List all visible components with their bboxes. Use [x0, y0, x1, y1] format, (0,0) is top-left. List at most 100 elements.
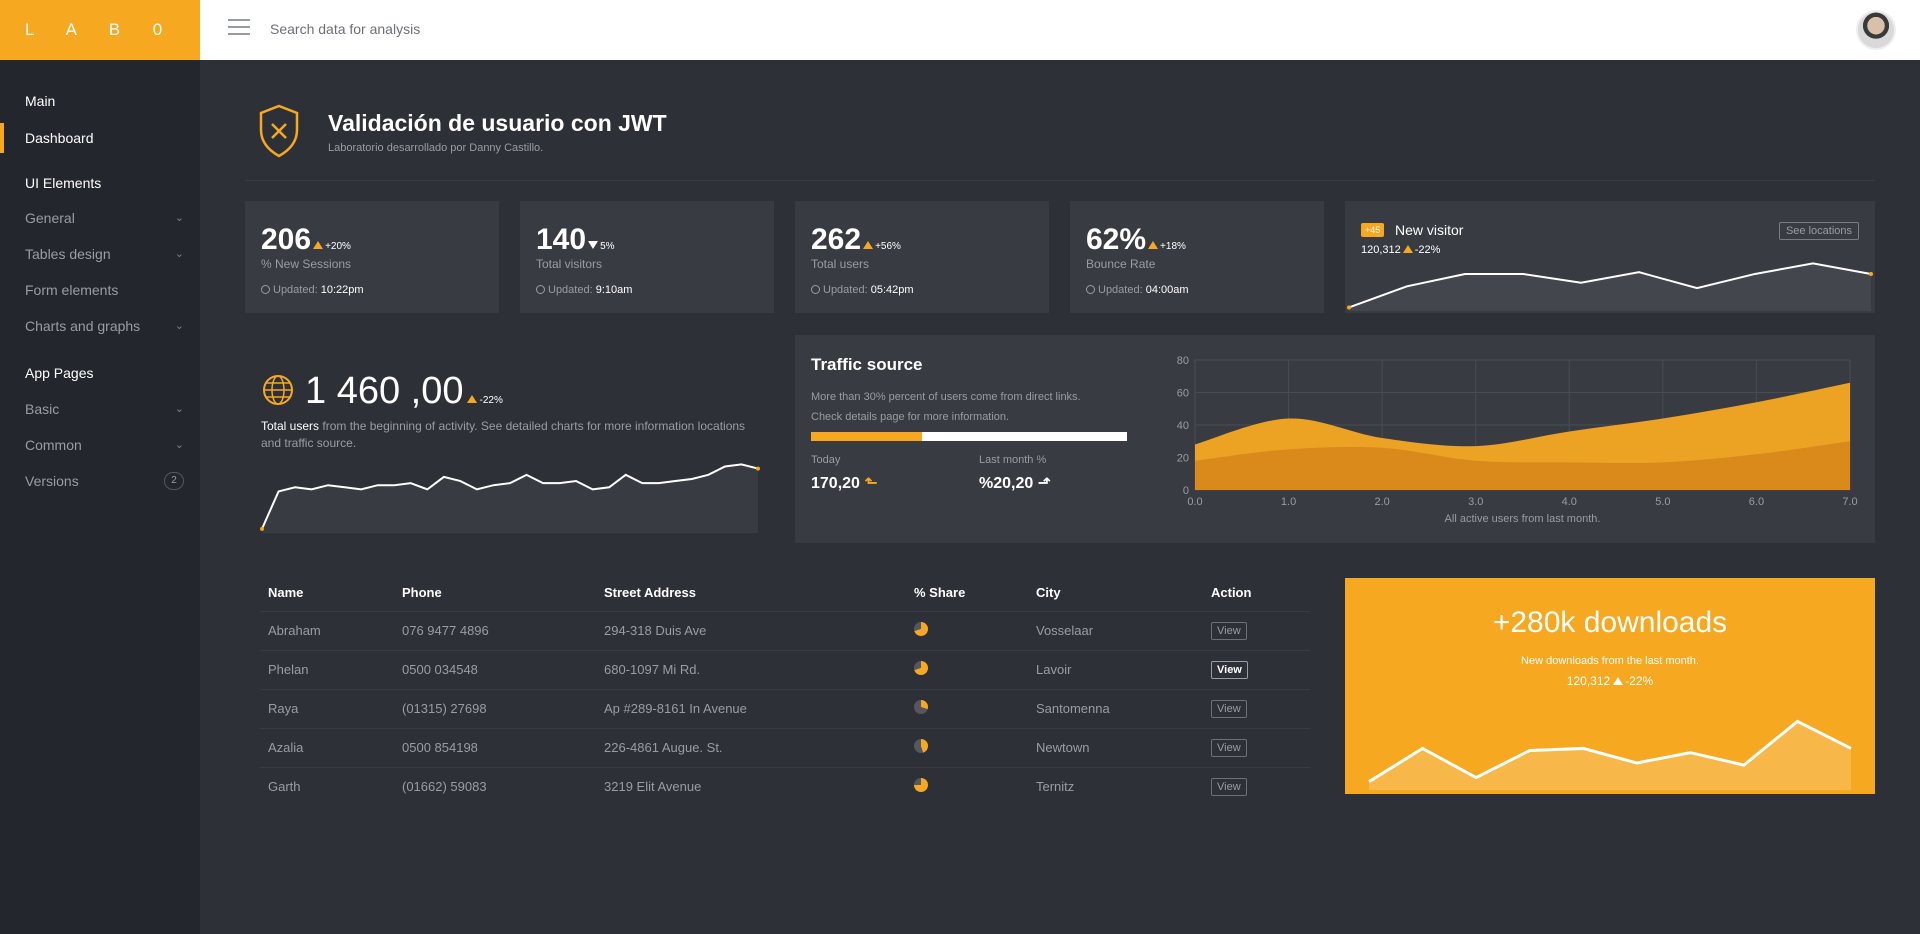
- cell-address: 226-4861 Augue. St.: [596, 727, 906, 767]
- stat-value: 206 +20%: [261, 223, 351, 256]
- table-row: Garth (01662) 59083 3219 Elit Avenue Ter…: [260, 766, 1310, 806]
- traffic-title: Traffic source: [811, 355, 923, 374]
- arrow-down-icon: ⬏: [1037, 475, 1052, 492]
- column-header-action: Action: [1211, 585, 1252, 601]
- sidebar-item-label: Charts and graphs: [25, 318, 141, 334]
- cell-address: 3219 Elit Avenue: [596, 766, 906, 806]
- arrow-up-icon: [467, 395, 478, 403]
- cell-phone: 076 9477 4896: [394, 610, 596, 650]
- x-tick-label: 2.0: [1374, 496, 1389, 508]
- cell-name: Garth: [260, 766, 394, 806]
- stat-delta: +20%: [313, 241, 351, 252]
- y-tick-label: 20: [1177, 453, 1189, 465]
- traffic-description: More than 30% percent of users come from…: [811, 391, 1081, 423]
- stat-card-total-users: 262 +56% Total users Updated: 05:42pm: [795, 201, 1049, 313]
- sidebar-item-label: Form elements: [25, 282, 119, 298]
- sidebar-item-charts-and-graphs[interactable]: Charts and graphs ⌄: [0, 311, 200, 341]
- sidebar-item-label: General: [25, 210, 75, 226]
- view-button[interactable]: View: [1211, 660, 1248, 679]
- downloads-sparkline: [1368, 719, 1852, 790]
- view-button[interactable]: View: [1211, 621, 1247, 640]
- last-month-label: Last month %: [979, 454, 1047, 466]
- downloads-card: +280k downloads New downloads from the l…: [1345, 578, 1875, 794]
- sidebar-item-label: Versions: [25, 473, 79, 489]
- view-button[interactable]: View: [1211, 738, 1247, 757]
- column-header-share: % Share: [914, 585, 966, 601]
- stat-label: % New Sessions: [261, 257, 352, 271]
- sidebar-item-basic[interactable]: Basic ⌄: [0, 394, 200, 424]
- sidebar-item-dashboard[interactable]: Dashboard: [0, 123, 200, 153]
- sidebar-item-tables-design[interactable]: Tables design ⌄: [0, 239, 200, 269]
- cell-phone: 0500 854198: [394, 727, 596, 767]
- avatar[interactable]: [1856, 10, 1896, 50]
- sidebar-item-form-elements[interactable]: Form elements: [0, 275, 200, 305]
- menu-toggle-icon[interactable]: [228, 19, 250, 37]
- stat-value: 262 +56%: [811, 223, 901, 256]
- stat-delta: 5%: [588, 241, 615, 252]
- clock-icon: [261, 285, 270, 294]
- traffic-progress-bar: [811, 432, 1127, 441]
- stat-card-bounce-rate: 62% +18% Bounce Rate Updated: 04:00am: [1070, 201, 1324, 313]
- table-row: Abraham 076 9477 4896 294-318 Duis Ave V…: [260, 610, 1310, 650]
- arrow-up-icon: [863, 241, 874, 249]
- sparkline-endpoint: [1869, 271, 1873, 276]
- sidebar: Main Dashboard UI Elements General ⌄ Tabl…: [0, 60, 200, 934]
- chevron-down-icon: ⌄: [174, 320, 184, 332]
- chart-caption: All active users from last month.: [1445, 513, 1601, 525]
- view-button[interactable]: View: [1211, 699, 1247, 718]
- cell-name: Raya: [260, 688, 394, 728]
- column-header-name: Name: [268, 585, 304, 601]
- sidebar-item-label: Common: [25, 437, 82, 453]
- sidebar-item-label: Tables design: [25, 246, 111, 262]
- x-tick-label: 7.0: [1842, 496, 1857, 508]
- sidebar-item-common[interactable]: Common ⌄: [0, 430, 200, 460]
- sparkline-endpoint: [1347, 305, 1351, 310]
- sparkline-endpoint: [260, 526, 264, 531]
- globe-icon: [263, 375, 293, 405]
- stat-value: 62% +18%: [1086, 223, 1186, 256]
- share-pie-icon: [914, 739, 928, 753]
- table-row: Phelan 0500 034548 680-1097 Mi Rd. Lavoi…: [260, 649, 1310, 689]
- traffic-area-chart: 0204060800.0 1.0 2.0 3.0 4.0 5.0 6.0 7.0All act…: [1177, 355, 1858, 525]
- stat-updated: Updated: 10:22pm: [261, 284, 364, 296]
- sidebar-item-general[interactable]: General ⌄: [0, 203, 200, 233]
- stat-card-new-sessions: 206 +20% % New Sessions Updated: 10:22pm: [245, 201, 499, 313]
- sidebar-item-versions[interactable]: Versions 2: [0, 466, 200, 496]
- clock-icon: [536, 285, 545, 294]
- search-input[interactable]: [270, 14, 670, 44]
- stat-delta: +18%: [1148, 241, 1186, 252]
- new-visitor-sparkline: [1347, 262, 1873, 311]
- cell-phone: (01662) 59083: [394, 766, 596, 806]
- stat-delta: +56%: [863, 241, 901, 252]
- cell-city: Lavoir: [1028, 649, 1203, 689]
- arrow-up-icon: [313, 241, 324, 249]
- cell-city: Vosselaar: [1028, 610, 1203, 650]
- cell-name: Abraham: [260, 610, 394, 650]
- top-bar: L A B 0 5: [0, 0, 1920, 99]
- cell-phone: (01315) 27698: [394, 688, 596, 728]
- chevron-down-icon: ⌄: [174, 248, 184, 260]
- page-title: Validación de usuario con JWT: [328, 110, 667, 136]
- sparkline-area: [262, 464, 758, 533]
- total-users-description: Total users from the beginning of activi…: [261, 419, 746, 450]
- x-tick-label: 3.0: [1468, 496, 1483, 508]
- share-pie-icon: [914, 661, 928, 675]
- clock-icon: [811, 285, 820, 294]
- chevron-down-icon: ⌄: [174, 439, 184, 451]
- today-value: 170,20 ⬑: [811, 475, 878, 492]
- brand-logo[interactable]: L A B 0 5: [0, 0, 200, 99]
- share-pie-icon: [914, 778, 928, 793]
- cell-phone: 0500 034548: [394, 649, 596, 689]
- stat-updated: Updated: 05:42pm: [811, 284, 914, 296]
- sidebar-section-main: Main: [25, 93, 56, 109]
- x-tick-label: 0.0: [1187, 496, 1202, 508]
- last-month-value: %20,20 ⬏: [979, 475, 1052, 492]
- table-header-row: Name Phone Street Address % Share City A…: [260, 575, 1310, 611]
- sidebar-section-ui-elements: UI Elements: [25, 175, 102, 191]
- total-users-delta: -22%: [467, 395, 503, 406]
- cell-address: Ap #289-8161 In Avenue: [596, 688, 906, 728]
- view-button[interactable]: View: [1211, 777, 1247, 796]
- arrow-up-icon: ⬑: [864, 475, 878, 492]
- clock-icon: [1086, 285, 1095, 294]
- versions-count-badge: 2: [164, 472, 184, 490]
